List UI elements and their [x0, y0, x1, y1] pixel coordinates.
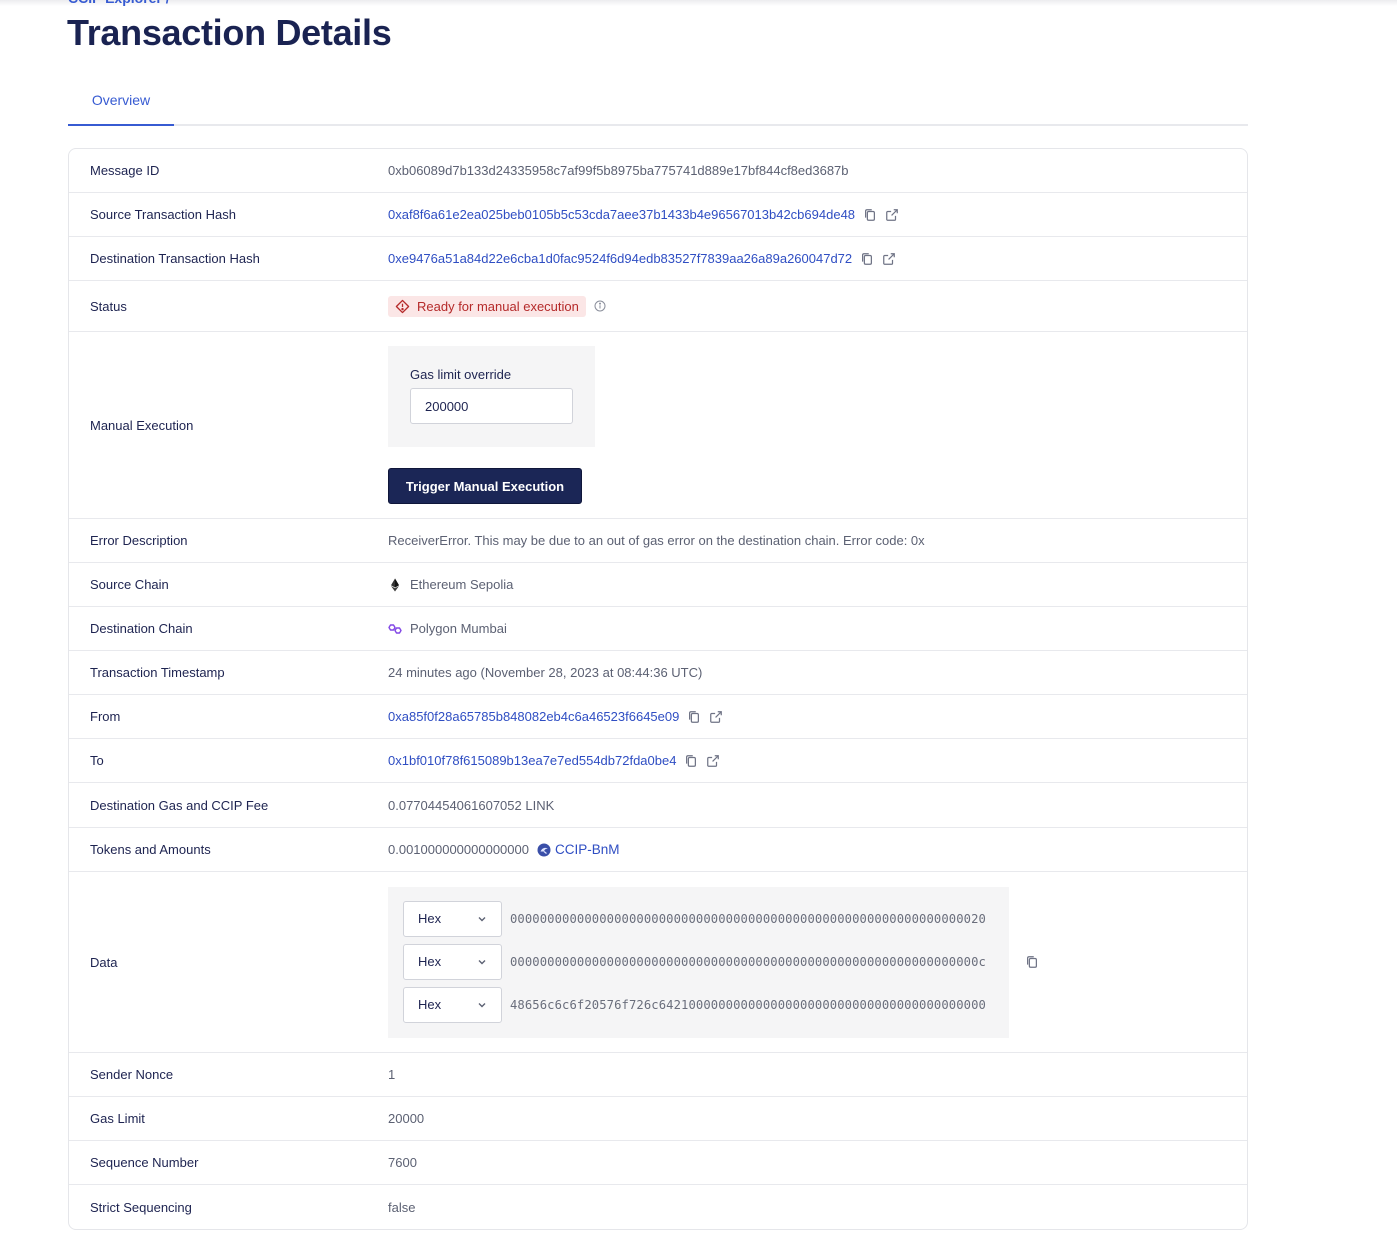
row-from: From 0xa85f0f28a65785b848082eb4c6a46523f… [69, 695, 1247, 739]
row-manual-execution: Manual Execution Gas limit override Trig… [69, 332, 1247, 519]
row-transaction-timestamp: Transaction Timestamp 24 minutes ago (No… [69, 651, 1247, 695]
source-chain-label: Source Chain [90, 577, 169, 592]
external-link-icon[interactable] [885, 208, 899, 222]
row-to: To 0x1bf010f78f615089b13ea7e7ed554db72fd… [69, 739, 1247, 783]
data-hex-value: 0000000000000000000000000000000000000000… [510, 954, 986, 969]
error-description-value: ReceiverError. This may be due to an out… [388, 533, 925, 548]
destination-tx-hash-label: Destination Transaction Hash [90, 251, 260, 266]
external-link-icon[interactable] [706, 754, 720, 768]
copy-icon[interactable] [863, 208, 877, 222]
data-format-select[interactable]: Hex [403, 943, 502, 980]
manual-execution-label: Manual Execution [90, 417, 194, 433]
source-tx-hash-link[interactable]: 0xaf8f6a61e2ea025beb0105b5c53cda7aee37b1… [388, 207, 855, 222]
to-address-link[interactable]: 0x1bf010f78f615089b13ea7e7ed554db72fda0b… [388, 753, 676, 768]
data-hex-value: 48656c6c6f20576f726c64210000000000000000… [510, 997, 986, 1012]
message-id-value: 0xb06089d7b133d24335958c7af99f5b8975ba77… [388, 163, 849, 178]
row-source-tx-hash: Source Transaction Hash 0xaf8f6a61e2ea02… [69, 193, 1247, 237]
trigger-manual-execution-button[interactable]: Trigger Manual Execution [388, 468, 582, 504]
row-message-id: Message ID 0xb06089d7b133d24335958c7af99… [69, 149, 1247, 193]
data-format-value: Hex [418, 911, 442, 926]
destination-tx-hash-link[interactable]: 0xe9476a51a84d22e6cba1d0fac9524f6d94edb8… [388, 251, 852, 266]
ethereum-icon [388, 578, 402, 592]
chevron-down-icon [478, 959, 486, 964]
gas-limit-override-panel: Gas limit override [388, 346, 595, 447]
status-text: Ready for manual execution [417, 298, 579, 314]
data-format-select[interactable]: Hex [403, 900, 502, 937]
sequence-number-value: 7600 [388, 1155, 417, 1170]
data-line: Hex 000000000000000000000000000000000000… [403, 900, 994, 937]
row-sequence-number: Sequence Number 7600 [69, 1141, 1247, 1185]
chevron-down-icon [478, 1002, 486, 1007]
data-format-value: Hex [418, 954, 442, 969]
transaction-details-card: Message ID 0xb06089d7b133d24335958c7af99… [68, 148, 1248, 1230]
tab-bar: Overview [68, 82, 1248, 126]
error-description-label: Error Description [90, 533, 188, 548]
row-status: Status Ready for manual execution [69, 281, 1247, 332]
to-label: To [90, 753, 104, 768]
sender-nonce-value: 1 [388, 1067, 396, 1082]
fee-value: 0.07704454061607052 LINK [388, 797, 555, 813]
copy-icon[interactable] [684, 754, 698, 768]
fee-label: Destination Gas and CCIP Fee [90, 797, 269, 813]
source-tx-hash-label: Source Transaction Hash [90, 207, 236, 222]
transaction-timestamp-label: Transaction Timestamp [90, 665, 225, 680]
gas-limit-label: Gas Limit [90, 1111, 145, 1126]
copy-icon[interactable] [687, 710, 701, 724]
status-badge: Ready for manual execution [388, 295, 586, 317]
ccip-bnm-token-link[interactable]: CCIP-BnM [555, 842, 620, 857]
data-panel: Hex 000000000000000000000000000000000000… [388, 886, 1009, 1038]
strict-sequencing-value: false [388, 1199, 416, 1215]
external-link-icon[interactable] [882, 252, 896, 266]
source-chain-value: Ethereum Sepolia [410, 577, 514, 592]
row-tokens-and-amounts: Tokens and Amounts 0.001000000000000000 … [69, 828, 1247, 872]
token-amount: 0.001000000000000000 [388, 842, 529, 857]
row-destination-chain: Destination Chain Polygon Mumbai [69, 607, 1247, 651]
gas-limit-override-label: Gas limit override [410, 367, 512, 382]
data-label: Data [90, 954, 118, 970]
from-address-link[interactable]: 0xa85f0f28a65785b848082eb4c6a46523f6645e… [388, 709, 679, 724]
message-id-label: Message ID [90, 163, 160, 178]
transaction-timestamp-value: 24 minutes ago (November 28, 2023 at 08:… [388, 665, 703, 680]
copy-icon[interactable] [1025, 955, 1039, 969]
sequence-number-label: Sequence Number [90, 1155, 199, 1170]
row-data: Data Hex 0000000000000000000000000000000… [69, 872, 1247, 1053]
copy-icon[interactable] [860, 252, 874, 266]
row-fee: Destination Gas and CCIP Fee 0.077044540… [69, 783, 1247, 828]
strict-sequencing-label: Strict Sequencing [90, 1199, 192, 1215]
row-strict-sequencing: Strict Sequencing false [69, 1185, 1247, 1229]
from-label: From [90, 709, 121, 724]
destination-chain-label: Destination Chain [90, 621, 193, 636]
gas-limit-override-input[interactable] [410, 388, 573, 424]
row-error-description: Error Description ReceiverError. This ma… [69, 519, 1247, 563]
tab-overview[interactable]: Overview [68, 82, 174, 126]
warning-diamond-icon [395, 299, 410, 313]
status-label: Status [90, 298, 127, 314]
external-link-icon[interactable] [709, 710, 723, 724]
page-title: Transaction Details [67, 12, 392, 53]
data-hex-value: 0000000000000000000000000000000000000000… [510, 911, 986, 926]
row-gas-limit: Gas Limit 20000 [69, 1097, 1247, 1141]
row-source-chain: Source Chain Ethereum Sepolia [69, 563, 1247, 607]
breadcrumb[interactable]: CCIP Explorer / [68, 0, 170, 6]
row-sender-nonce: Sender Nonce 1 [69, 1053, 1247, 1097]
top-header-shadow [0, 0, 1397, 6]
chevron-down-icon [478, 916, 486, 921]
info-icon[interactable] [594, 300, 606, 312]
tokens-and-amounts-label: Tokens and Amounts [90, 842, 211, 857]
sender-nonce-label: Sender Nonce [90, 1067, 174, 1082]
gas-limit-value: 20000 [388, 1111, 425, 1126]
destination-chain-value: Polygon Mumbai [410, 621, 507, 636]
data-line: Hex 48656c6c6f20576f726c6421000000000000… [403, 986, 994, 1023]
polygon-icon [388, 622, 402, 636]
ccip-bnm-token-icon [537, 843, 551, 857]
data-format-value: Hex [418, 997, 442, 1012]
row-destination-tx-hash: Destination Transaction Hash 0xe9476a51a… [69, 237, 1247, 281]
data-line: Hex 000000000000000000000000000000000000… [403, 943, 994, 980]
data-format-select[interactable]: Hex [403, 986, 502, 1023]
